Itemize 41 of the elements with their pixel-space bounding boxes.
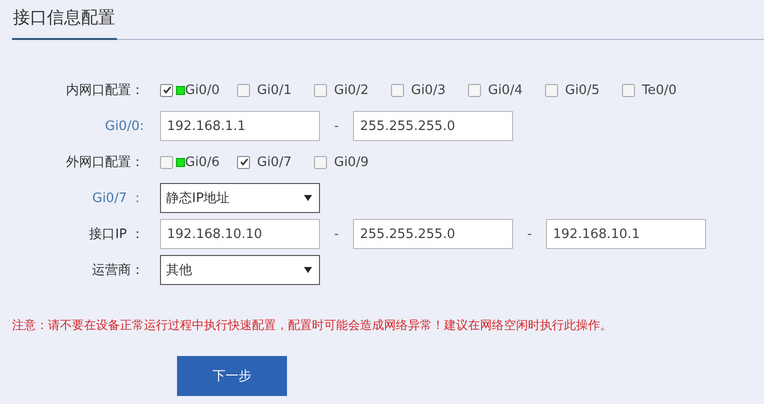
next-button[interactable]: 下一步 [177,356,287,396]
checkbox[interactable] [391,84,404,96]
caret-icon [304,267,312,273]
checkbox[interactable] [468,84,481,96]
checkbox[interactable] [160,84,173,96]
port-label: Gi0/0 [185,82,220,98]
port-label: Gi0/6 [185,154,220,170]
separator: - [333,118,340,134]
port-label: Gi0/3 [411,82,446,98]
port-label: Gi0/1 [257,82,292,98]
checkbox[interactable] [622,84,635,96]
field-label: Gi0/0: [104,118,145,134]
port-label: Gi0/2 [334,82,369,98]
port-label: Gi0/7 [257,154,292,170]
field-label: 运营商： [91,262,145,279]
dropdown[interactable]: 静态IP地址 [160,183,320,213]
caret-icon [304,195,312,201]
port-label: Gi0/4 [488,82,523,98]
separator: - [526,226,533,242]
input-field[interactable]: 255.255.255.0 [353,111,513,141]
page-title: 接口信息配置 [12,6,117,40]
dropdown[interactable]: 其他 [160,255,320,285]
separator: - [333,226,340,242]
checkbox[interactable] [237,156,250,168]
field-label: Gi0/7 ： [91,190,145,207]
port-label: Gi0/9 [334,154,369,170]
input-field[interactable]: 192.168.1.1 [160,111,320,141]
input-field[interactable]: 192.168.10.1 [546,219,706,249]
checkbox[interactable] [314,84,327,96]
field-label: 内网口配置： [65,82,145,99]
checkbox[interactable] [314,156,327,168]
checkbox[interactable] [160,156,173,168]
port-label: Te0/0 [642,82,677,98]
input-field[interactable]: 192.168.10.10 [160,219,320,249]
checkbox[interactable] [545,84,558,96]
warning-text: 注意：请不要在设备正常运行过程中执行快速配置，配置时可能会造成网络异常！建议在网络空闲时执行此操作。 [12,317,613,334]
field-label: 接口IP ： [88,226,145,243]
port-label: Gi0/5 [565,82,600,98]
checkbox[interactable] [237,84,250,96]
field-label: 外网口配置： [65,154,145,171]
input-field[interactable]: 255.255.255.0 [353,219,513,249]
